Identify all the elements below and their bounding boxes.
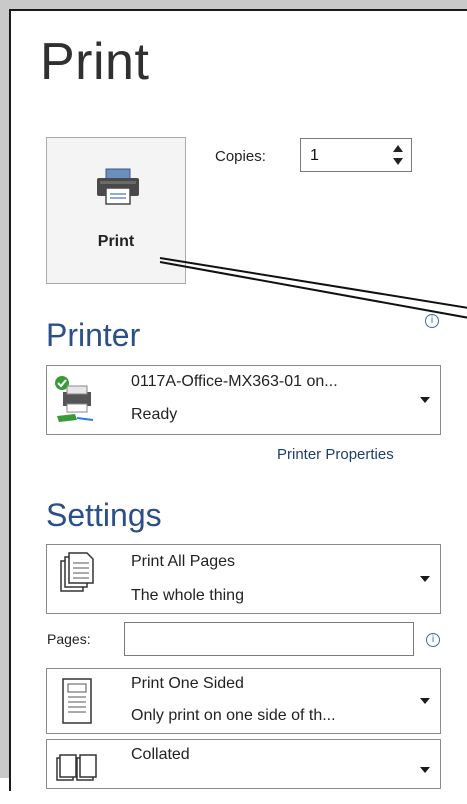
copies-value[interactable]: 1 <box>310 147 319 165</box>
all-pages-icon <box>60 552 94 592</box>
pages-range-title: Print All Pages <box>131 553 236 570</box>
printer-properties-link[interactable]: Printer Properties <box>277 446 394 463</box>
page-title: Print <box>40 33 150 91</box>
chevron-down-icon <box>420 767 430 773</box>
sides-title: Print One Sided <box>131 675 244 692</box>
printer-name: 0117A-Office-MX363-01 on... <box>131 373 338 390</box>
collated-icon <box>56 754 97 781</box>
settings-section-title: Settings <box>46 497 162 533</box>
printer-dropdown[interactable]: 0117A-Office-MX363-01 on... Ready <box>46 365 441 435</box>
pages-input[interactable] <box>124 622 414 656</box>
collation-dropdown[interactable]: Collated <box>46 739 441 789</box>
increment-icon[interactable] <box>391 142 405 155</box>
one-sided-icon <box>62 678 92 724</box>
printer-info-icon[interactable]: i <box>425 314 439 328</box>
pages-label: Pages: <box>47 631 91 647</box>
network-printer-icon <box>55 376 94 422</box>
pages-range-subtitle: The whole thing <box>131 587 244 604</box>
pages-range-dropdown[interactable]: Print All Pages The whole thing <box>46 544 441 614</box>
chevron-down-icon <box>420 698 430 704</box>
copies-stepper[interactable]: 1 <box>300 138 412 172</box>
print-button[interactable]: Print <box>46 137 186 284</box>
sides-subtitle: Only print on one side of th... <box>131 707 336 724</box>
sides-dropdown[interactable]: Print One Sided Only print on one side o… <box>46 668 441 734</box>
chevron-down-icon <box>420 397 430 403</box>
pages-info-icon[interactable]: i <box>426 633 440 647</box>
printer-section-title: Printer <box>46 317 141 353</box>
copies-label: Copies: <box>215 148 266 165</box>
printer-status: Ready <box>131 406 178 423</box>
printer-icon <box>97 168 139 205</box>
decrement-icon[interactable] <box>391 155 405 168</box>
print-button-label: Print <box>97 233 135 250</box>
chevron-down-icon <box>420 576 430 582</box>
collation-title: Collated <box>131 746 190 763</box>
